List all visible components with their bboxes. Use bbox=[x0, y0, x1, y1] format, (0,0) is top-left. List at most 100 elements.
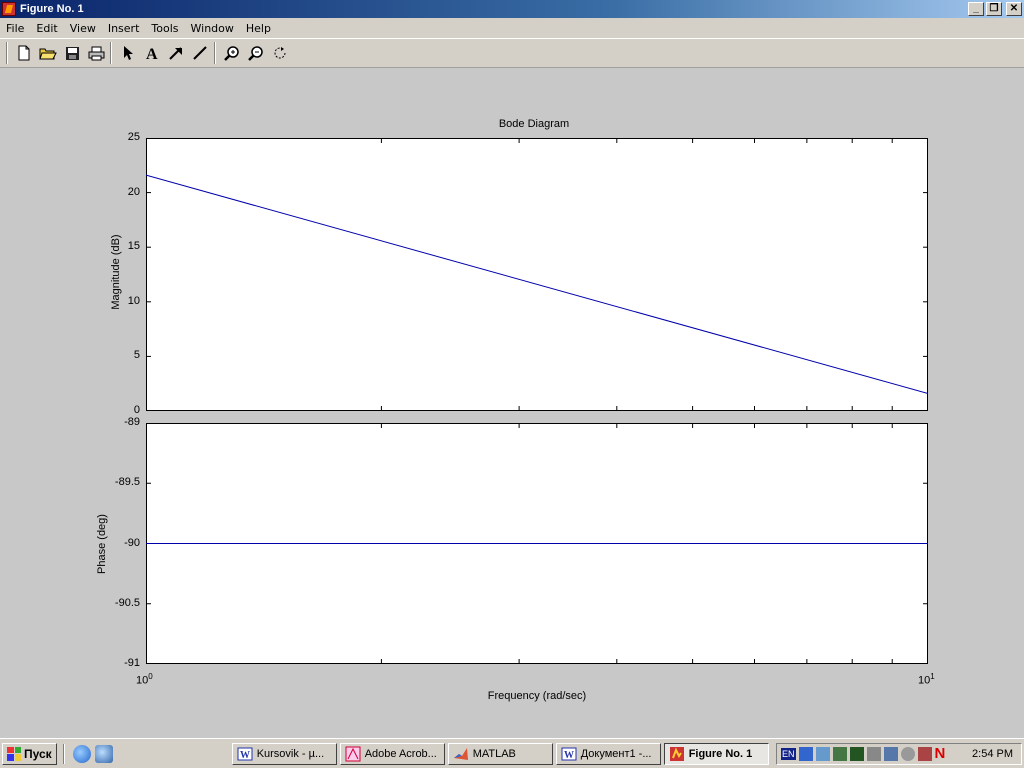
taskbar-item-label: Документ1 -... bbox=[580, 747, 652, 760]
magnitude-axes-box bbox=[146, 138, 928, 411]
volume-icon[interactable] bbox=[866, 747, 881, 761]
matlab-figure-icon bbox=[2, 2, 16, 16]
open-folder-icon bbox=[39, 48, 57, 60]
taskbar: Пуск W Kursovik - µ... Adobe Acrob... MA… bbox=[0, 738, 1024, 768]
print-icon bbox=[88, 46, 104, 60]
window-controls: _ ❐ ✕ bbox=[968, 2, 1022, 16]
new-file-button[interactable] bbox=[12, 41, 36, 65]
taskbar-item-label: Figure No. 1 bbox=[688, 747, 753, 760]
word-icon: W bbox=[237, 747, 253, 761]
magnitude-axes[interactable] bbox=[146, 138, 928, 411]
phase-axes[interactable] bbox=[146, 423, 928, 664]
figure-canvas[interactable]: Bode Diagram 0 5 10 15 20 25 Magnitude (dB) -… bbox=[0, 69, 1024, 738]
svg-text:W: W bbox=[564, 750, 574, 761]
magnitude-y-tick-label: 25 bbox=[127, 131, 140, 143]
magnitude-y-tick-label: 0 bbox=[133, 404, 140, 416]
x-tick-exponent: 0 bbox=[148, 672, 153, 681]
magnitude-ylabel: Magnitude (dB) bbox=[110, 234, 122, 310]
insert-text-button[interactable]: A bbox=[140, 41, 164, 65]
x-tick-label-10-1: 101 bbox=[918, 672, 935, 687]
insert-line-button[interactable] bbox=[188, 41, 212, 65]
clock[interactable]: 2:54 PM bbox=[972, 748, 1013, 760]
menu-edit[interactable]: Edit bbox=[30, 22, 63, 35]
menu-view[interactable]: View bbox=[64, 22, 102, 35]
x-tick-base: 10 bbox=[136, 674, 149, 687]
restore-button[interactable]: ❐ bbox=[986, 2, 1002, 16]
svg-text:W: W bbox=[240, 750, 250, 761]
select-button[interactable] bbox=[116, 41, 140, 65]
disc-icon[interactable] bbox=[900, 747, 915, 761]
magnitude-y-tick-label: 5 bbox=[133, 349, 140, 362]
system-tray: EN N 2:54 PM bbox=[776, 743, 1022, 765]
taskbar-item-acrobat[interactable]: Adobe Acrob... bbox=[339, 742, 445, 765]
taskbar-item-kursovik[interactable]: W Kursovik - µ... bbox=[231, 742, 337, 765]
window-title: Figure No. 1 bbox=[20, 3, 84, 15]
start-button[interactable]: Пуск bbox=[2, 742, 57, 765]
menubar: File Edit View Insert Tools Window Help bbox=[0, 18, 1024, 38]
word-icon: W bbox=[561, 747, 577, 761]
start-label: Пуск bbox=[24, 746, 52, 761]
menu-tools[interactable]: Tools bbox=[145, 22, 184, 35]
toolbar-separator bbox=[214, 42, 216, 64]
print-button[interactable] bbox=[84, 41, 108, 65]
minimize-button[interactable]: _ bbox=[968, 2, 984, 16]
insert-arrow-button[interactable] bbox=[164, 41, 188, 65]
ie-icon[interactable] bbox=[72, 744, 91, 763]
menu-window[interactable]: Window bbox=[185, 22, 240, 35]
zoom-out-button[interactable] bbox=[244, 41, 268, 65]
window-titlebar[interactable]: Figure No. 1 _ ❐ ✕ bbox=[0, 0, 1024, 18]
antivirus-icon[interactable] bbox=[849, 747, 864, 761]
insert-arrow-icon bbox=[169, 47, 182, 60]
insert-text-icon: A bbox=[146, 46, 158, 61]
taskbar-item-figure[interactable]: Figure No. 1 bbox=[663, 742, 769, 765]
zoom-out-icon bbox=[248, 46, 263, 61]
phase-y-tick-label: -89 bbox=[124, 416, 140, 428]
new-file-icon bbox=[18, 45, 30, 61]
n-logo-icon[interactable]: N bbox=[935, 746, 949, 761]
outlook-icon[interactable] bbox=[94, 744, 113, 763]
taskbar-item-label: Kursovik - µ... bbox=[256, 747, 325, 760]
matlab-icon bbox=[453, 747, 468, 760]
select-arrow-icon bbox=[124, 46, 133, 60]
rotate-3d-button[interactable] bbox=[268, 41, 292, 65]
taskbar-separator bbox=[62, 743, 65, 764]
phase-y-tick-label: -91 bbox=[124, 657, 140, 669]
menu-insert[interactable]: Insert bbox=[102, 22, 146, 35]
zoom-in-button[interactable] bbox=[220, 41, 244, 65]
toolbar-grip bbox=[6, 42, 8, 64]
toolbar-separator bbox=[110, 42, 112, 64]
taskbar-item-matlab[interactable]: MATLAB bbox=[447, 742, 553, 765]
x-axis-label: Frequency (rad/sec) bbox=[487, 690, 587, 702]
menu-file[interactable]: File bbox=[0, 22, 30, 35]
figure-toolbar: A bbox=[0, 38, 1024, 68]
tray-app-icon[interactable] bbox=[832, 747, 847, 761]
tray-app-icon[interactable] bbox=[883, 747, 898, 761]
taskbar-item-document[interactable]: W Документ1 -... bbox=[555, 742, 661, 765]
phase-ylabel: Phase (deg) bbox=[96, 514, 108, 574]
taskbar-item-label: Adobe Acrob... bbox=[364, 747, 437, 760]
taskbar-item-label: MATLAB bbox=[472, 747, 516, 760]
tray-app-icon[interactable] bbox=[917, 747, 932, 761]
plot-title: Bode Diagram bbox=[498, 118, 570, 130]
magnitude-y-tick-label: 20 bbox=[127, 185, 140, 198]
open-button[interactable] bbox=[36, 41, 60, 65]
phase-y-tick-label: -90.5 bbox=[114, 596, 140, 609]
windows-logo-icon bbox=[7, 746, 21, 761]
network-icon[interactable] bbox=[798, 747, 813, 761]
x-tick-label-10-0: 100 bbox=[136, 672, 153, 687]
matlab-figure-icon bbox=[669, 746, 684, 761]
rotate-3d-icon bbox=[274, 47, 286, 59]
display-icon[interactable] bbox=[815, 747, 830, 761]
svg-text:A: A bbox=[146, 46, 158, 61]
save-button[interactable] bbox=[60, 41, 84, 65]
insert-line-icon bbox=[193, 46, 207, 60]
language-indicator[interactable]: EN bbox=[781, 748, 796, 760]
zoom-in-icon bbox=[224, 46, 239, 61]
menu-help[interactable]: Help bbox=[240, 22, 277, 35]
x-tick-exponent: 1 bbox=[930, 672, 935, 681]
close-button[interactable]: ✕ bbox=[1006, 2, 1022, 16]
acrobat-icon bbox=[345, 746, 361, 761]
x-tick-base: 10 bbox=[918, 674, 931, 687]
save-icon bbox=[65, 46, 79, 60]
phase-y-tick-label: -89.5 bbox=[114, 476, 140, 489]
